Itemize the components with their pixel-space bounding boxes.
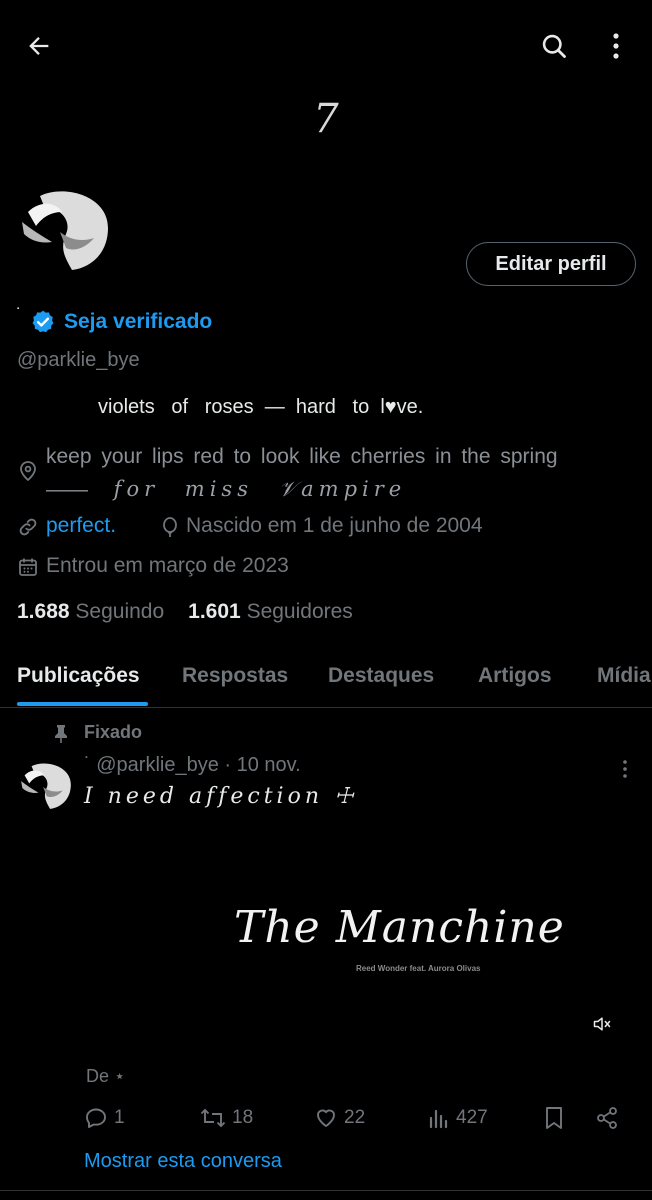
profile-tabs: Publicações Respostas Destaques Artigos … xyxy=(0,650,652,708)
following-count: 1.688 xyxy=(17,600,70,623)
share-icon xyxy=(597,1107,617,1129)
arrow-left-icon xyxy=(29,37,49,55)
tab-publicacoes[interactable]: Publicações xyxy=(17,664,140,688)
views-button[interactable]: 427 xyxy=(428,1100,488,1136)
media-title: The Manchine xyxy=(234,902,565,953)
link-icon xyxy=(18,517,38,542)
post-meta: ˙ @parklie_bye · 10 nov. xyxy=(84,754,301,777)
reply-count: 1 xyxy=(114,1107,125,1128)
translation-source: De ⋆ xyxy=(86,1066,126,1086)
reply-button[interactable]: 1 xyxy=(84,1100,125,1136)
edit-profile-button[interactable]: Editar perfil xyxy=(466,242,636,286)
post-handle-date[interactable]: @parklie_bye · 10 nov. xyxy=(96,754,300,776)
media-subtitle: Reed Wonder feat. Aurora Olivas xyxy=(356,964,481,973)
view-count: 427 xyxy=(456,1107,488,1128)
post-actions: 1 18 22 427 xyxy=(84,1100,624,1136)
more-vertical-icon xyxy=(623,760,627,778)
speaker-muted-icon xyxy=(593,1017,611,1031)
pinned-label: Fixado xyxy=(84,722,143,742)
get-verified-link[interactable]: Seja verificado xyxy=(64,310,212,334)
website-link[interactable]: perfect. xyxy=(46,514,116,538)
post-author-avatar[interactable] xyxy=(20,758,72,810)
bookmark-button[interactable] xyxy=(544,1100,564,1136)
followers-link[interactable]: 1.601 Seguidores xyxy=(188,600,353,624)
post-author-name[interactable]: ˙ xyxy=(84,754,91,776)
pin-icon xyxy=(54,724,68,749)
heart-icon xyxy=(317,1109,335,1127)
divider xyxy=(0,1190,652,1191)
show-thread-link[interactable]: Mostrar esta conversa xyxy=(84,1150,282,1173)
display-name: ˙ xyxy=(16,304,22,325)
more-vertical-icon xyxy=(613,33,619,59)
balloon-icon xyxy=(160,517,180,544)
joined-date: Entrou em março de 2023 xyxy=(46,554,289,577)
followers-label: Seguidores xyxy=(246,600,353,623)
location-fancy-text: for miss 𝒱ampire xyxy=(88,477,407,501)
volume-button[interactable] xyxy=(590,1012,614,1036)
bookmark-icon xyxy=(546,1107,562,1129)
bio-text: violets of roses — hard to l♥ve. xyxy=(98,396,424,418)
location-icon xyxy=(18,460,38,487)
tab-respostas[interactable]: Respostas xyxy=(182,664,288,688)
following-link[interactable]: 1.688 Seguindo xyxy=(17,600,164,624)
banner-text: 7 xyxy=(313,96,339,142)
repost-icon xyxy=(200,1108,226,1128)
repost-button[interactable]: 18 xyxy=(200,1100,253,1136)
profile-handle: @parklie_bye xyxy=(17,349,140,371)
name-row: ˙ Seja verificado xyxy=(16,304,212,338)
verified-badge-icon[interactable] xyxy=(30,309,56,335)
back-button[interactable] xyxy=(18,26,60,66)
tab-artigos[interactable]: Artigos xyxy=(478,664,552,688)
calendar-icon xyxy=(18,557,38,582)
search-button[interactable] xyxy=(532,26,576,66)
share-button[interactable] xyxy=(596,1100,618,1136)
profile-location: keep your lips red to look like cherries… xyxy=(46,440,606,506)
reply-icon xyxy=(86,1108,106,1128)
post-text: I need affection ☩ xyxy=(84,784,358,809)
post-media-video[interactable]: The Manchine Reed Wonder feat. Aurora Ol… xyxy=(84,826,636,1052)
birthday-text: Nascido em 1 de junho de 2004 xyxy=(186,514,483,537)
following-label: Seguindo xyxy=(75,600,165,623)
tab-destaques[interactable]: Destaques xyxy=(328,664,434,688)
like-count: 22 xyxy=(344,1107,366,1128)
post-more-button[interactable] xyxy=(612,756,638,782)
analytics-icon xyxy=(429,1109,448,1129)
more-options-button[interactable] xyxy=(596,26,636,66)
follow-counts: 1.688 Seguindo 1.601 Seguidores xyxy=(17,600,353,624)
avatar[interactable] xyxy=(20,182,110,272)
followers-count: 1.601 xyxy=(188,600,241,623)
tab-midia[interactable]: Mídia xyxy=(597,664,651,688)
repost-count: 18 xyxy=(232,1107,254,1128)
search-icon xyxy=(542,34,566,58)
active-tab-indicator xyxy=(17,702,148,706)
like-button[interactable]: 22 xyxy=(314,1100,365,1136)
